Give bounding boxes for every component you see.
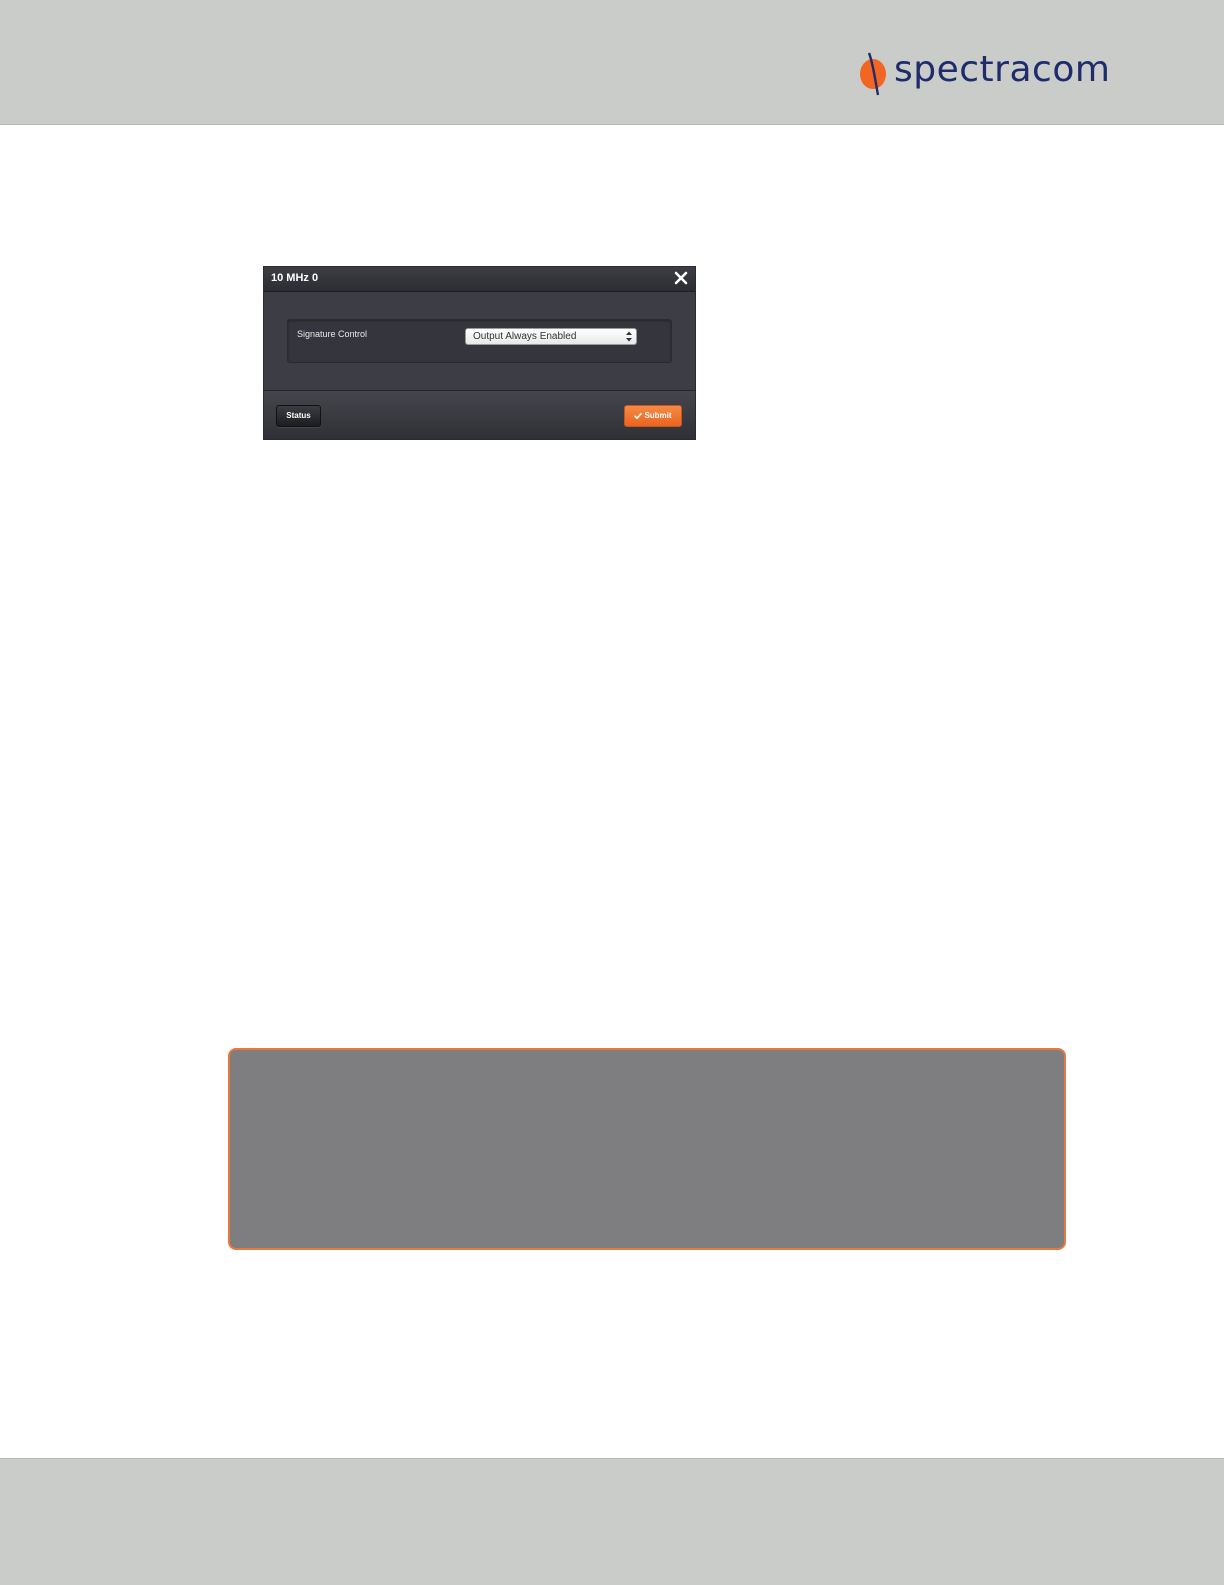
note-box	[228, 1048, 1066, 1250]
signature-control-value: Output Always Enabled	[473, 331, 577, 342]
page-footer	[0, 1458, 1224, 1585]
check-icon	[634, 412, 643, 420]
page-header: spectracom	[0, 0, 1224, 125]
dialog-footer: Status Submit	[264, 390, 695, 439]
dialog-10mhz: 10 MHz 0 Signature Control Output Always…	[264, 267, 695, 439]
dialog-titlebar: 10 MHz 0	[264, 267, 695, 292]
signature-control-row: Signature Control Output Always Enabled	[287, 319, 672, 363]
signature-control-label: Signature Control	[297, 329, 368, 339]
spectracom-logo-text: spectracom	[894, 49, 1111, 90]
submit-button-label: Submit	[644, 411, 672, 420]
dialog-body: Signature Control Output Always Enabled	[264, 292, 695, 390]
close-icon[interactable]	[673, 270, 689, 286]
spectracom-logo-mark-icon	[860, 52, 886, 96]
select-arrows-icon	[626, 331, 632, 342]
signature-control-select[interactable]: Output Always Enabled	[465, 328, 637, 345]
submit-button[interactable]: Submit	[624, 405, 682, 427]
dialog-title: 10 MHz 0	[271, 272, 319, 284]
spectracom-logo: spectracom	[858, 48, 1110, 98]
status-button[interactable]: Status	[276, 405, 321, 427]
